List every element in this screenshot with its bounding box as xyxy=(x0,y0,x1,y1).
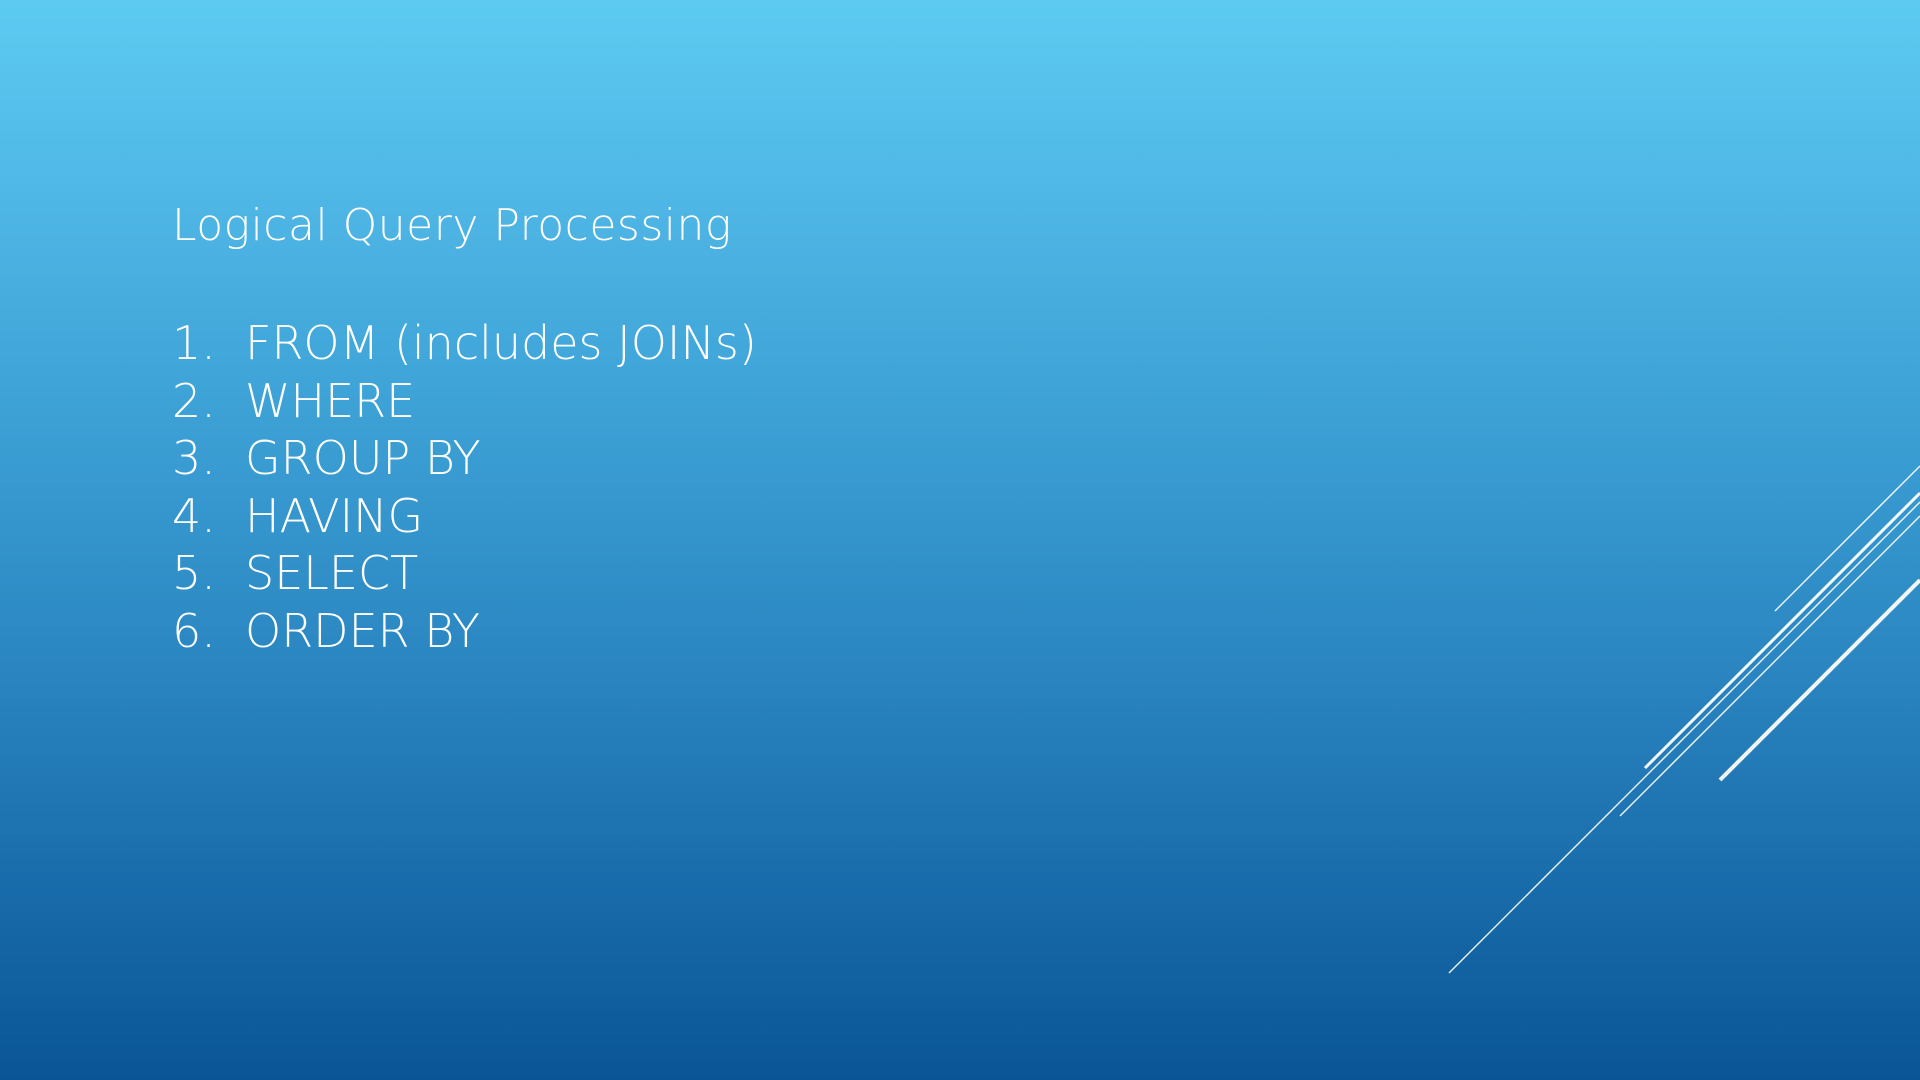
step-number: 6. xyxy=(172,603,216,658)
step-text: WHERE xyxy=(245,373,416,428)
slide-title: Logical Query Processing xyxy=(172,200,732,251)
list-item: 2. WHERE xyxy=(172,374,757,432)
step-text: GROUP BY xyxy=(245,431,481,486)
decorative-line xyxy=(1774,465,1920,612)
list-item: 6. ORDER BY xyxy=(172,604,757,662)
step-text: SELECT xyxy=(245,546,419,601)
processing-steps-list: 1. FROM (includes JOINs) 2. WHERE 3. GRO… xyxy=(172,316,757,662)
list-item: 1. FROM (includes JOINs) xyxy=(172,316,757,374)
step-text: FROM (includes JOINs) xyxy=(245,316,757,370)
slide: Logical Query Processing 1. FROM (includ… xyxy=(0,0,1920,1080)
step-number: 4. xyxy=(172,488,216,543)
decorative-line xyxy=(1619,515,1920,817)
decorative-line xyxy=(1718,578,1920,782)
decorative-line xyxy=(1643,491,1920,770)
decorative-line xyxy=(1448,501,1920,974)
step-text: HAVING xyxy=(245,488,424,543)
step-number: 2. xyxy=(172,373,216,428)
step-text: ORDER BY xyxy=(245,603,480,658)
step-number: 1. xyxy=(172,316,216,370)
list-item: 3. GROUP BY xyxy=(172,431,757,489)
list-item: 4. HAVING xyxy=(172,489,757,547)
step-number: 3. xyxy=(172,431,216,486)
list-item: 5. SELECT xyxy=(172,546,757,604)
step-number: 5. xyxy=(172,546,216,601)
